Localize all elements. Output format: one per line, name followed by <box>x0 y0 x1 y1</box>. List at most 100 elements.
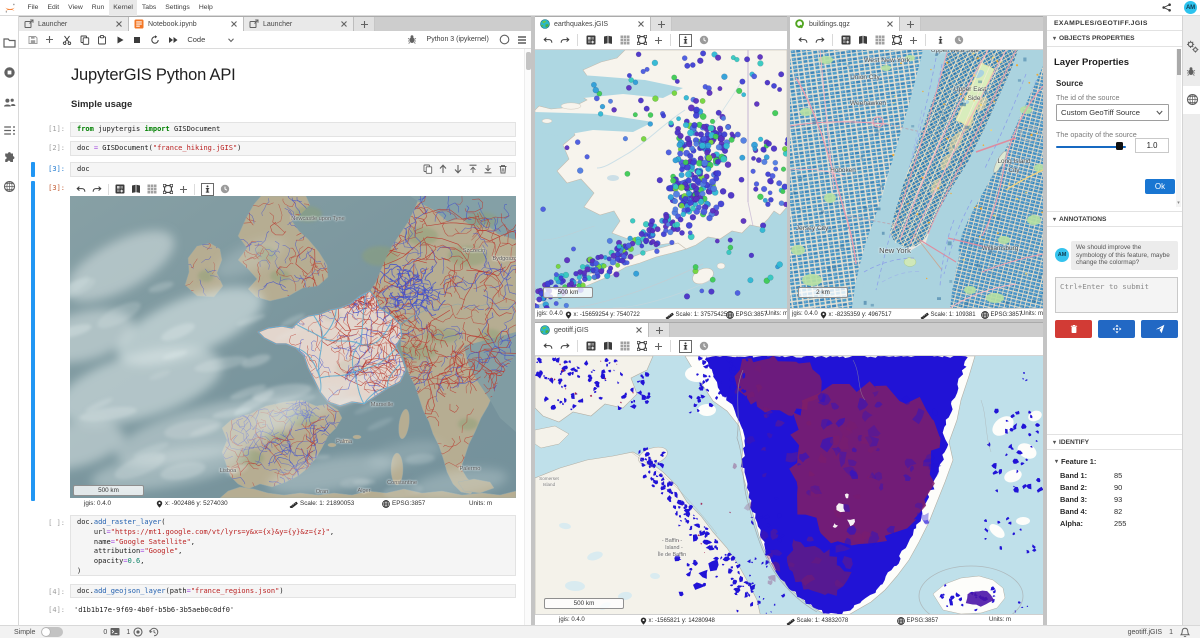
add-layer-button[interactable] <box>650 36 666 45</box>
insert-above-icon[interactable] <box>468 164 478 174</box>
bug-icon[interactable] <box>407 34 417 45</box>
tab-close[interactable] <box>878 20 894 28</box>
scrollbar-thumb[interactable] <box>1177 49 1181 75</box>
geometry-button[interactable] <box>160 184 176 194</box>
save-button[interactable] <box>24 35 42 45</box>
undo-button[interactable] <box>794 36 811 44</box>
cut-cell-button[interactable] <box>58 35 76 45</box>
terminals-indicator[interactable]: 0 <box>103 627 120 637</box>
menu-icon[interactable] <box>517 35 527 45</box>
undo-icon[interactable] <box>543 342 553 350</box>
history-button[interactable] <box>149 627 159 637</box>
tab-close[interactable] <box>107 20 123 28</box>
geometry-icon[interactable] <box>892 35 902 45</box>
geometry-button[interactable] <box>633 35 650 45</box>
add-layer-button[interactable] <box>650 342 666 351</box>
geometry-icon[interactable] <box>637 341 647 351</box>
new-layer-icon[interactable] <box>586 341 596 351</box>
new-tab-button[interactable] <box>649 323 670 337</box>
menu-view[interactable]: View <box>64 0 88 16</box>
geometry-button[interactable] <box>888 35 905 45</box>
temporal-button[interactable] <box>217 184 233 194</box>
france-map[interactable]: Newcastle upon TyneSzczecinBydgoszczMars… <box>70 196 516 498</box>
interrupt-kernel-button[interactable] <box>129 35 147 45</box>
add-layer-icon[interactable] <box>909 36 918 45</box>
temporal-button[interactable] <box>695 341 712 351</box>
cell-code[interactable]: doc.add_geojson_layer(path="france_regio… <box>71 585 515 599</box>
activity-debugger-button[interactable] <box>1186 66 1199 79</box>
redo-button[interactable] <box>556 342 573 350</box>
basemap-icon[interactable] <box>603 341 613 351</box>
new-layer-button[interactable] <box>112 184 128 194</box>
insert-cell-button[interactable] <box>42 35 59 44</box>
undo-button[interactable] <box>539 342 556 350</box>
new-tab-button[interactable] <box>900 17 921 31</box>
menu-run[interactable]: Run <box>87 0 108 16</box>
code-cell[interactable]: from jupytergis import GISDocument <box>70 122 516 137</box>
kernel-status-button[interactable] <box>495 34 514 45</box>
section-identify[interactable]: ▾IDENTIFY <box>1047 434 1182 450</box>
activity-table-of-contents-button[interactable] <box>3 124 16 137</box>
submit-annotation-button[interactable] <box>1141 320 1178 338</box>
new-layer-icon[interactable] <box>115 184 125 194</box>
raster-layer-button[interactable] <box>871 35 888 45</box>
notebook-content[interactable]: JupyterGIS Python APISimple usage[1]:fro… <box>19 49 531 625</box>
tab[interactable]: buildings.qgz <box>790 17 900 31</box>
kernel-status-icon[interactable] <box>499 34 510 45</box>
add-layer-icon[interactable] <box>654 342 663 351</box>
tab-close[interactable] <box>332 20 348 28</box>
close-icon[interactable] <box>637 20 645 28</box>
tab[interactable]: Launcher <box>244 17 354 31</box>
delete-cell-icon[interactable] <box>498 164 508 174</box>
add-tab-icon[interactable] <box>360 20 369 29</box>
temporal-icon[interactable] <box>954 35 964 45</box>
simple-mode-toggle[interactable] <box>41 627 63 637</box>
collaboration-icon[interactable] <box>3 96 16 109</box>
undo-icon[interactable] <box>543 36 553 44</box>
kernels-indicator[interactable]: 1 <box>126 627 143 637</box>
redo-icon[interactable] <box>560 342 570 350</box>
history-icon[interactable] <box>149 627 159 637</box>
new-tab-button[interactable] <box>354 17 375 31</box>
close-icon[interactable] <box>635 326 643 334</box>
new-layer-icon[interactable] <box>841 35 851 45</box>
new-layer-icon[interactable] <box>586 35 596 45</box>
activity-file-browser-button[interactable] <box>3 36 16 49</box>
identify-icon[interactable] <box>934 34 947 47</box>
identify-icon[interactable] <box>679 34 692 47</box>
basemap-button[interactable] <box>599 341 616 351</box>
buildings-map[interactable]: West New YorkUnion CityWeehawkenUpper We… <box>790 50 1043 308</box>
tab-close[interactable] <box>627 326 643 334</box>
new-layer-button[interactable] <box>837 35 854 45</box>
tab[interactable]: geotiff.jGIS <box>535 323 649 337</box>
new-layer-button[interactable] <box>582 35 599 45</box>
kernel-name[interactable]: Python 3 (ipykernel) <box>427 36 489 43</box>
add-layer-button[interactable] <box>176 185 191 194</box>
undo-icon[interactable] <box>76 185 86 193</box>
jgis-map-widget[interactable]: Newcastle upon TyneSzczecinBydgoszczMars… <box>70 182 516 509</box>
running-kernels-icon[interactable] <box>3 66 16 79</box>
cell-code[interactable]: doc.add_raster_layer( url="https://mt1.g… <box>71 516 515 579</box>
file-browser-icon[interactable] <box>3 36 16 49</box>
geotiff-map[interactable]: - Baffin -Island -Île de BaffinSomersetI… <box>535 356 1043 614</box>
copy-cell-button[interactable] <box>76 35 94 45</box>
restart-icon[interactable] <box>150 35 160 45</box>
redo-icon[interactable] <box>560 36 570 44</box>
insert-below-icon[interactable] <box>483 164 493 174</box>
cell-type-caret[interactable] <box>227 36 235 44</box>
menu-file[interactable]: File <box>23 0 43 16</box>
share-button[interactable] <box>1162 3 1172 12</box>
tab-close[interactable] <box>222 20 238 28</box>
redo-button[interactable] <box>811 36 828 44</box>
raster-layer-button[interactable] <box>144 184 160 194</box>
duplicate-cell-icon[interactable] <box>423 164 433 174</box>
activity-collaboration-button[interactable] <box>3 96 16 109</box>
temporal-icon[interactable] <box>699 35 709 45</box>
close-icon[interactable] <box>886 20 894 28</box>
kernels-icon[interactable] <box>133 627 143 637</box>
extensions-icon[interactable] <box>3 152 16 165</box>
tab[interactable]: earthquakes.jGIS <box>535 17 651 31</box>
temporal-button[interactable] <box>695 35 712 45</box>
activity-property-inspector-button[interactable] <box>1186 40 1199 53</box>
bell-icon[interactable] <box>1180 627 1190 638</box>
